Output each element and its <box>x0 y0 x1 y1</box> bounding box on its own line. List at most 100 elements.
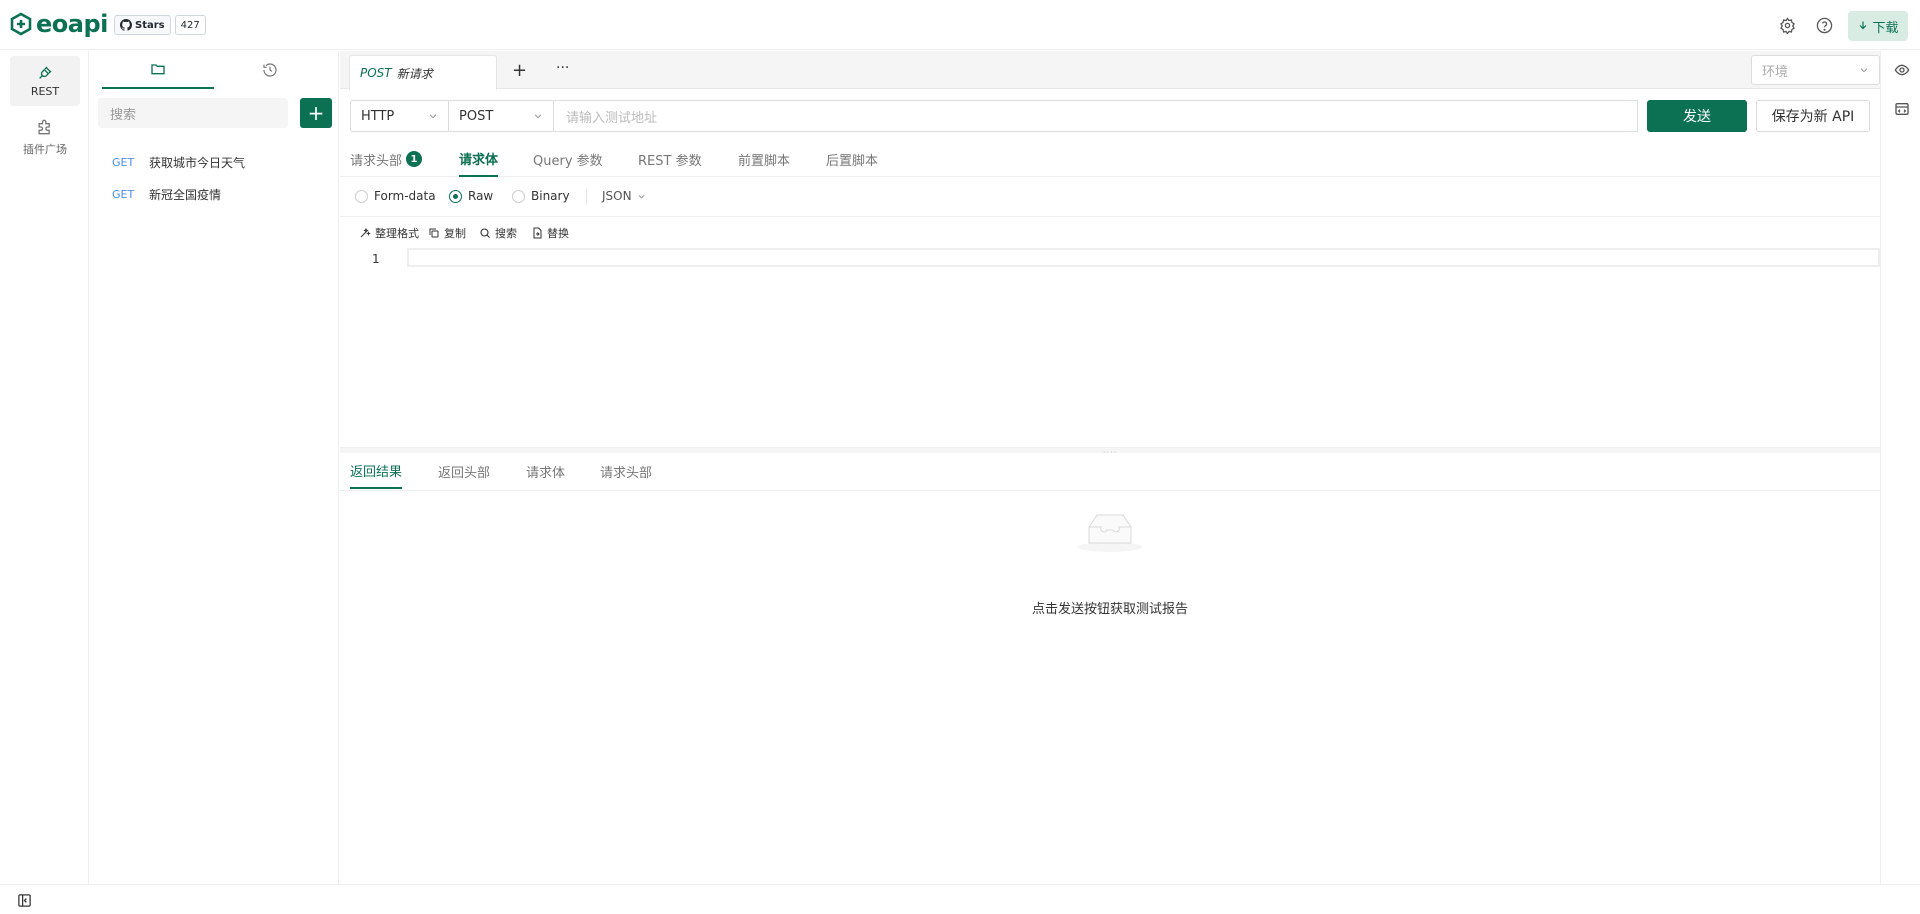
tool-label: 搜索 <box>495 227 517 240</box>
environment-placeholder: 环境 <box>1762 64 1789 80</box>
right-side-bar <box>1880 51 1920 884</box>
url-bar: HTTP POST 请输入测试地址 <box>350 100 1638 132</box>
url-placeholder: 请输入测试地址 <box>566 110 658 126</box>
magic-wand-icon <box>359 227 371 239</box>
request-tab[interactable]: POST 新请求 <box>349 55 497 90</box>
eoapi-logo-icon <box>9 12 33 36</box>
tab-history[interactable] <box>214 51 326 89</box>
format-select[interactable]: JSON <box>602 189 646 203</box>
copy-button[interactable]: 复制 <box>428 225 466 241</box>
tool-label: 替换 <box>547 227 569 240</box>
format-code-button[interactable]: 整理格式 <box>359 225 419 241</box>
request-tab-method: POST <box>360 66 392 80</box>
eye-icon[interactable] <box>1894 62 1910 78</box>
url-input[interactable]: 请输入测试地址 <box>554 100 1638 132</box>
github-stars-widget[interactable]: Stars 427 <box>114 15 206 35</box>
app-logo[interactable]: eoapi <box>9 11 108 37</box>
empty-state-message: 点击发送按钮获取测试报告 <box>1031 602 1188 617</box>
github-stars-button[interactable]: Stars <box>114 15 171 35</box>
line-number: 1 <box>372 252 380 266</box>
tab-label: 返回结果 <box>350 464 403 480</box>
add-api-button[interactable]: + <box>300 98 332 128</box>
download-arrow-icon <box>1857 20 1869 32</box>
tab-pre-script[interactable]: 前置脚本 <box>738 141 790 177</box>
tab-label: 前置脚本 <box>738 153 791 169</box>
header-count-badge: 1 <box>406 151 423 167</box>
radio-binary[interactable]: Binary <box>512 189 570 203</box>
protocol-select[interactable]: HTTP <box>350 100 449 132</box>
tab-response-result[interactable]: 返回结果 <box>350 453 403 489</box>
replace-button[interactable]: 替换 <box>531 225 569 241</box>
chevron-down-icon <box>428 111 438 121</box>
response-tabs: 返回结果 返回头部 请求体 请求头部 <box>340 453 1880 491</box>
body-type-selector: Form-data Raw Binary JSON <box>340 177 1880 217</box>
download-button[interactable]: 下载 <box>1848 11 1908 41</box>
tab-label: REST 参数 <box>638 153 702 169</box>
method-select[interactable]: POST <box>449 100 554 132</box>
api-search-input[interactable]: 搜索 <box>98 98 288 128</box>
status-bar <box>0 884 1920 914</box>
request-workspace: POST 新请求 + ··· 环境 HTTP POST 请输入测试地址 发送 保… <box>340 51 1880 884</box>
method-value: POST <box>459 108 494 124</box>
current-line-highlight[interactable] <box>407 248 1880 267</box>
api-list-item[interactable]: GET 获取城市今日天气 <box>90 147 339 177</box>
radio-label: Form-data <box>374 189 436 203</box>
tab-label: 请求体 <box>459 152 499 168</box>
chevron-down-icon <box>637 192 646 201</box>
tab-request-body[interactable]: 请求体 <box>459 141 499 177</box>
empty-state: 点击发送按钮获取测试报告 <box>340 491 1880 884</box>
api-method: GET <box>112 187 135 201</box>
search-button[interactable]: 搜索 <box>479 225 517 241</box>
tab-label: 请求头部 <box>350 153 403 169</box>
send-button[interactable]: 发送 <box>1647 100 1747 132</box>
rail-item-label: 插件广场 <box>23 143 67 156</box>
tab-post-script[interactable]: 后置脚本 <box>826 141 878 177</box>
request-tab-bar: POST 新请求 + ··· 环境 <box>340 51 1880 90</box>
tab-response-request-body[interactable]: 请求体 <box>526 453 565 489</box>
api-list-item[interactable]: GET 新冠全国疫情 <box>90 179 339 209</box>
radio-label: Binary <box>531 189 570 203</box>
tab-label: 返回头部 <box>438 465 491 481</box>
github-stars-count[interactable]: 427 <box>174 15 206 35</box>
tab-more-button[interactable]: ··· <box>556 60 569 76</box>
plug-icon <box>37 65 53 81</box>
rail-item-plugins[interactable]: 插件广场 <box>10 112 80 162</box>
help-icon[interactable] <box>1814 15 1834 35</box>
tab-response-headers[interactable]: 返回头部 <box>438 453 490 489</box>
search-placeholder: 搜索 <box>110 107 137 123</box>
tab-label: 请求体 <box>526 465 566 481</box>
rail-item-label: REST <box>30 84 60 98</box>
toggle-sidebar-icon[interactable] <box>17 893 32 908</box>
tab-response-request-headers[interactable]: 请求头部 <box>600 453 652 489</box>
tool-label: 复制 <box>444 227 466 240</box>
api-sidebar: 搜索 + GET 获取城市今日天气 GET 新冠全国疫情 <box>90 51 339 884</box>
radio-circle-selected <box>449 189 462 203</box>
environment-select[interactable]: 环境 <box>1751 55 1880 85</box>
divider <box>586 189 587 205</box>
top-header: eoapi Stars 427 下载 <box>0 0 1920 50</box>
tab-api-list[interactable] <box>102 51 214 89</box>
github-stars-label: Stars <box>135 19 165 31</box>
settings-gear-icon[interactable] <box>1777 15 1797 35</box>
format-value: JSON <box>602 189 632 203</box>
tab-rest-params[interactable]: REST 参数 <box>638 141 702 177</box>
code-snippet-icon[interactable] <box>1894 101 1910 117</box>
save-as-api-button[interactable]: 保存为新 API <box>1756 100 1870 132</box>
rail-item-rest[interactable]: REST <box>10 56 80 106</box>
api-name: 新冠全国疫情 <box>149 187 222 202</box>
folder-icon <box>150 61 166 77</box>
radio-form-data[interactable]: Form-data <box>355 189 436 203</box>
tab-label: 后置脚本 <box>826 153 879 169</box>
tool-label: 整理格式 <box>375 227 419 240</box>
tab-label: Query 参数 <box>533 153 603 169</box>
new-tab-button[interactable]: + <box>512 60 527 81</box>
download-label: 下载 <box>1872 20 1899 36</box>
code-editor[interactable]: 1 <box>340 247 1880 447</box>
api-name: 获取城市今日天气 <box>149 155 246 170</box>
tab-request-headers[interactable]: 请求头部 1 <box>350 141 423 177</box>
tab-query-params[interactable]: Query 参数 <box>533 141 603 177</box>
puzzle-icon <box>35 117 55 137</box>
chevron-down-icon <box>1859 65 1869 75</box>
search-icon <box>479 227 491 239</box>
radio-raw[interactable]: Raw <box>449 189 493 203</box>
